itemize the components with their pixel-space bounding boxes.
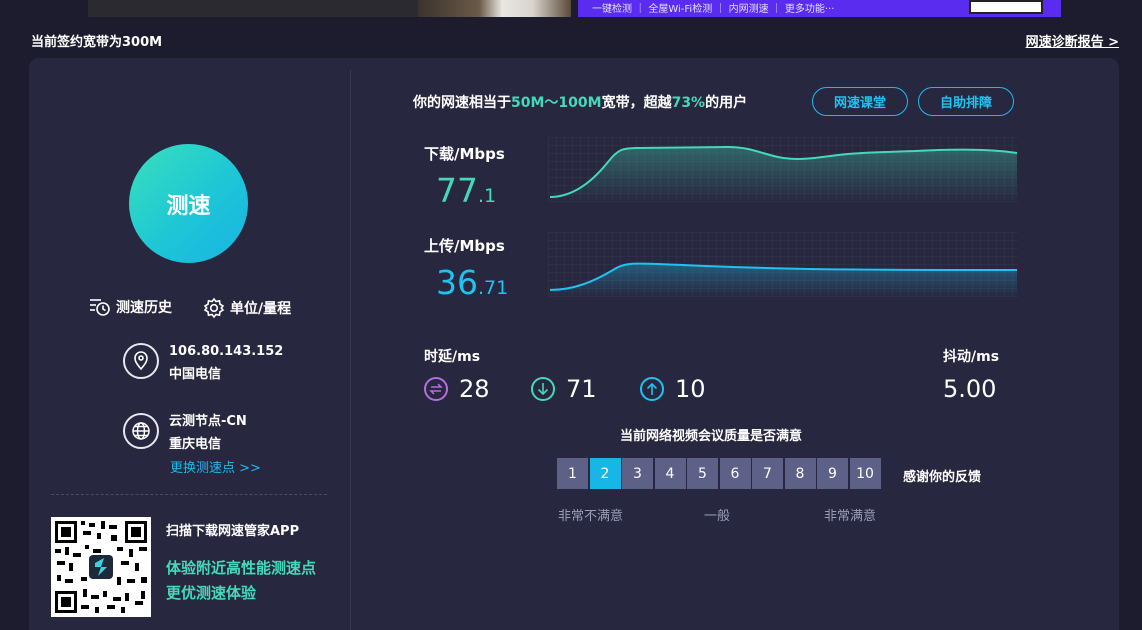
banner-photo <box>418 0 571 17</box>
rating-option[interactable]: 5 <box>687 458 718 489</box>
globe-icon <box>123 413 159 449</box>
app-download-title: 扫描下载网速管家APP <box>166 524 300 539</box>
rating-option[interactable]: 10 <box>849 458 881 489</box>
start-test-button[interactable]: 测速 <box>129 144 248 263</box>
upload-value: 36.71 <box>436 263 508 302</box>
dashed-divider <box>51 494 327 495</box>
download-label: 下载/Mbps <box>424 145 505 163</box>
rating-option[interactable]: 1 <box>557 458 588 489</box>
history-icon <box>90 299 110 316</box>
rating-option[interactable]: 4 <box>654 458 686 489</box>
server-isp: 重庆电信 <box>169 437 222 452</box>
summary-mid: 宽带，超越 <box>601 95 672 111</box>
latency-upload: 10 <box>640 375 706 403</box>
speed-classroom-button[interactable]: 网速课堂 <box>812 87 908 116</box>
app-promo-line-2: 更优测速体验 <box>166 584 257 602</box>
change-node-link[interactable]: 更换测速点 >> <box>170 457 261 476</box>
upload-label: 上传/Mbps <box>424 237 505 255</box>
jitter-value: 5.00 <box>943 375 997 403</box>
download-value: 77.1 <box>436 171 496 210</box>
latency-idle: 28 <box>424 375 490 403</box>
summary-band: 50M～100M <box>511 95 602 111</box>
download-dec: .1 <box>478 185 497 207</box>
download-int: 77 <box>436 171 478 210</box>
upload-dec: .71 <box>478 277 509 299</box>
client-ip: 106.80.143.152 <box>169 344 284 359</box>
units-link-label: 单位/量程 <box>230 301 292 317</box>
upload-int: 36 <box>436 263 478 302</box>
units-link[interactable]: 单位/量程 <box>203 297 291 319</box>
arrow-up-icon <box>640 377 664 401</box>
rating-option[interactable]: 2 <box>589 458 621 489</box>
banner-qr-icon <box>969 0 1043 14</box>
plan-text: 当前签约宽带为300M <box>31 35 163 50</box>
client-isp: 中国电信 <box>169 367 222 382</box>
latency-upload-value: 10 <box>675 375 706 403</box>
speed-summary: 你的网速相当于50M～100M宽带，超越73%的用户 <box>413 92 747 112</box>
rating-option[interactable]: 3 <box>622 458 653 489</box>
ad-banner-left[interactable] <box>88 0 571 17</box>
arrow-down-icon <box>531 377 555 401</box>
latency-label: 时延/ms <box>424 349 481 365</box>
self-troubleshoot-button[interactable]: 自助排障 <box>918 87 1014 116</box>
summary-prefix: 你的网速相当于 <box>413 95 511 111</box>
diagnosis-report-link[interactable]: 网速诊断报告 > <box>1026 31 1119 50</box>
gear-icon <box>203 297 225 319</box>
download-chart <box>548 137 1018 202</box>
app-qr-code <box>51 517 151 617</box>
jitter-label: 抖动/ms <box>943 349 1000 365</box>
vertical-divider <box>350 70 351 630</box>
feedback-thanks: 感谢你的反馈 <box>903 470 982 485</box>
location-icon <box>123 343 159 379</box>
scale-low-label: 非常不满意 <box>558 509 624 524</box>
scale-high-label: 非常满意 <box>824 509 877 524</box>
ad-banner-right[interactable]: 一键检测 ｜ 全屋Wi-Fi检测 ｜ 内网测速 ｜ 更多功能··· <box>578 0 1061 17</box>
latency-download: 71 <box>531 375 597 403</box>
rating-option[interactable]: 8 <box>784 458 816 489</box>
idle-latency-icon <box>424 377 448 401</box>
survey-question: 当前网络视频会议质量是否满意 <box>620 429 803 444</box>
latency-download-value: 71 <box>566 375 597 403</box>
server-name: 云测节点-CN <box>169 414 247 429</box>
latency-idle-value: 28 <box>459 375 490 403</box>
scale-mid-label: 一般 <box>704 509 731 524</box>
rating-option[interactable]: 9 <box>817 458 848 489</box>
upload-chart <box>548 232 1018 297</box>
banner-right-text: 一键检测 ｜ 全屋Wi-Fi检测 ｜ 内网测速 ｜ 更多功能··· <box>592 4 835 15</box>
rating-scale: 1 2 3 4 5 6 7 8 9 10 <box>557 458 882 489</box>
history-link[interactable]: 测速历史 <box>89 297 172 317</box>
rating-option[interactable]: 7 <box>752 458 783 489</box>
rating-option[interactable]: 6 <box>719 458 751 489</box>
app-promo-line-1: 体验附近高性能测速点 <box>166 559 317 577</box>
summary-percent: 73% <box>671 95 706 111</box>
history-link-label: 测速历史 <box>116 300 172 316</box>
summary-suffix: 的用户 <box>705 95 748 111</box>
